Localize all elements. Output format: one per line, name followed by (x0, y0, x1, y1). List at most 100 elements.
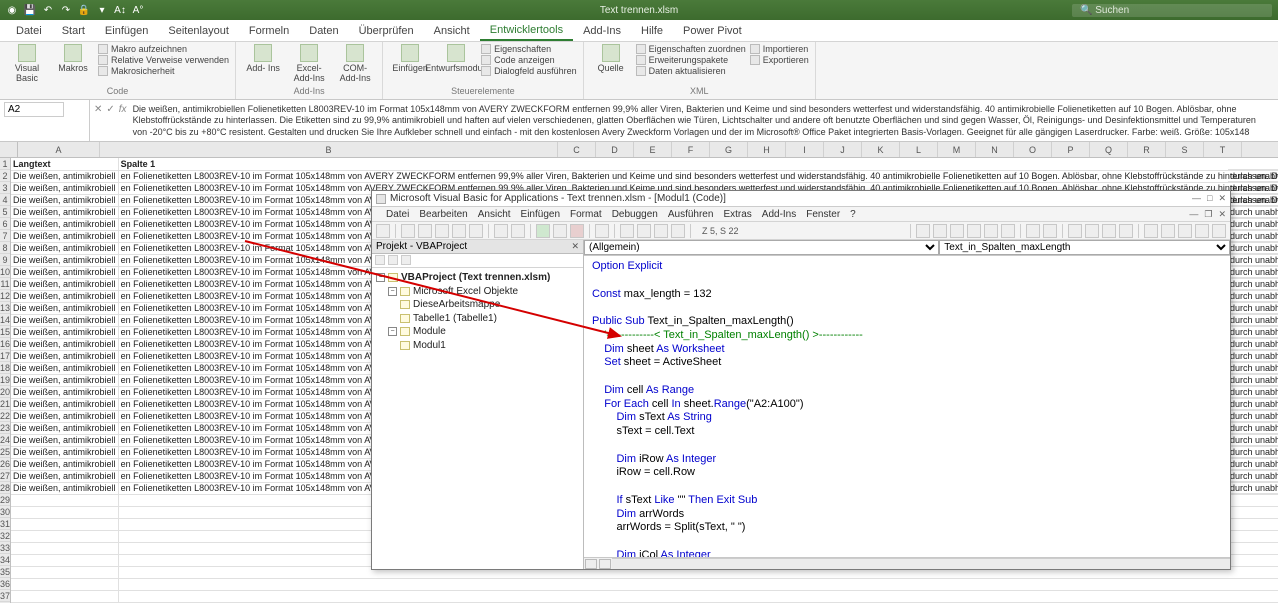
vbe-menu-bearbeiten[interactable]: Bearbeiten (419, 209, 467, 220)
importieren-button[interactable]: Importieren (750, 44, 809, 54)
row-header[interactable]: 28 (0, 482, 10, 494)
vbe-inner-restore-icon[interactable]: ❐ (1204, 209, 1212, 220)
column-header-B[interactable]: B (100, 142, 558, 157)
vbe-tb-watch-icon[interactable] (1144, 224, 1158, 238)
vbe-minimize-icon[interactable]: — (1192, 193, 1201, 204)
vbe-tb-next-icon[interactable] (967, 224, 981, 238)
row-header[interactable]: 24 (0, 434, 10, 446)
column-header-C[interactable]: C (558, 142, 596, 157)
row-header[interactable]: 13 (0, 302, 10, 314)
vbe-tb-copy-icon[interactable] (435, 224, 449, 238)
tab-einfügen[interactable]: Einfügen (95, 22, 158, 40)
name-box[interactable] (0, 100, 90, 141)
daten-akt-button[interactable]: Daten aktualisieren (636, 66, 746, 76)
qat-fontsize-icon[interactable]: A° (132, 4, 144, 16)
visual-basic-button[interactable]: Visual Basic (6, 44, 48, 84)
vbe-tb-breakpoint-icon[interactable] (1119, 224, 1133, 238)
column-header-T[interactable]: T (1204, 142, 1242, 157)
vbe-code-area[interactable]: Option Explicit Const max_length = 132 P… (584, 256, 1230, 557)
row-header[interactable]: 29 (0, 494, 10, 506)
row-header[interactable]: 2 (0, 170, 10, 182)
column-header-F[interactable]: F (672, 142, 710, 157)
column-header-H[interactable]: H (748, 142, 786, 157)
com-addins-button[interactable]: COM- Add-Ins (334, 44, 376, 84)
row-header[interactable]: 22 (0, 410, 10, 422)
search-box[interactable]: 🔍 Suchen (1072, 4, 1272, 17)
vbe-menu-debuggen[interactable]: Debuggen (612, 209, 658, 220)
row-header[interactable]: 10 (0, 266, 10, 278)
vbe-tb-props-icon[interactable] (637, 224, 651, 238)
vbe-tb-stepover-icon[interactable] (1085, 224, 1099, 238)
vbe-menu-format[interactable]: Format (570, 209, 602, 220)
vbe-project-close-icon[interactable]: ✕ (571, 241, 579, 252)
fx-icon[interactable]: fx (119, 104, 127, 115)
vbe-title-bar[interactable]: Microsoft Visual Basic for Applications … (372, 191, 1230, 207)
vbe-tb-design-icon[interactable] (595, 224, 609, 238)
vbe-menu-?[interactable]: ? (850, 209, 856, 220)
row-header[interactable]: 25 (0, 446, 10, 458)
vbe-inner-min-icon[interactable]: — (1189, 209, 1198, 220)
vbe-menu-datei[interactable]: Datei (386, 209, 409, 220)
vbe-tb-locals-icon[interactable] (1195, 224, 1209, 238)
tab-überprüfen[interactable]: Überprüfen (349, 22, 424, 40)
vbe-proj-view-icon[interactable] (375, 255, 385, 265)
code-anzeigen-button[interactable]: Code anzeigen (481, 55, 577, 65)
row-header[interactable]: 23 (0, 422, 10, 434)
vbe-tb-callstack-icon[interactable] (1178, 224, 1192, 238)
vbe-tb-prev-icon[interactable] (984, 224, 998, 238)
vbe-tb-outdent-icon[interactable] (933, 224, 947, 238)
tab-ansicht[interactable]: Ansicht (424, 22, 480, 40)
row-header[interactable]: 19 (0, 374, 10, 386)
vbe-procedure-dropdown[interactable]: Text_in_Spalten_maxLength (939, 240, 1230, 255)
tab-seitenlayout[interactable]: Seitenlayout (158, 22, 239, 40)
row-header[interactable]: 30 (0, 506, 10, 518)
tab-datei[interactable]: Datei (6, 22, 52, 40)
tab-formeln[interactable]: Formeln (239, 22, 299, 40)
cancel-icon[interactable]: ✕ (94, 104, 102, 115)
row-header[interactable]: 31 (0, 518, 10, 530)
row-header[interactable]: 1 (0, 158, 10, 170)
vbe-tb-reset-icon[interactable] (570, 224, 584, 238)
row-header[interactable]: 27 (0, 470, 10, 482)
exportieren-button[interactable]: Exportieren (750, 55, 809, 65)
column-header-Q[interactable]: Q (1090, 142, 1128, 157)
row-header[interactable]: 21 (0, 398, 10, 410)
formula-text[interactable]: Die weißen, antimikrobiellen Folienetike… (127, 102, 1274, 139)
vbe-tb-step-icon[interactable] (1068, 224, 1082, 238)
column-header-S[interactable]: S (1166, 142, 1204, 157)
enter-icon[interactable]: ✓ (106, 104, 114, 115)
vbe-tb-comment-icon[interactable] (1026, 224, 1040, 238)
tab-entwicklertools[interactable]: Entwicklertools (480, 21, 573, 41)
tab-add-ins[interactable]: Add-Ins (573, 22, 631, 40)
column-header-N[interactable]: N (976, 142, 1014, 157)
erweiterung-button[interactable]: Erweiterungspakete (636, 55, 746, 65)
qat-font-icon[interactable]: A↕ (114, 4, 126, 16)
vbe-project-tree[interactable]: −VBAProject (Text trennen.xlsm) −Microso… (372, 268, 583, 569)
vbe-close-icon[interactable]: ✕ (1218, 193, 1226, 204)
row-header[interactable]: 32 (0, 530, 10, 542)
vbe-tb-cut-icon[interactable] (418, 224, 432, 238)
column-header-M[interactable]: M (938, 142, 976, 157)
qat-redo-icon[interactable]: ↷ (60, 4, 72, 16)
dialog-button[interactable]: Dialogfeld ausführen (481, 66, 577, 76)
vbe-menu-extras[interactable]: Extras (723, 209, 751, 220)
row-header[interactable]: 4 (0, 194, 10, 206)
row-header[interactable]: 5 (0, 206, 10, 218)
column-header-I[interactable]: I (786, 142, 824, 157)
column-header-E[interactable]: E (634, 142, 672, 157)
column-header-R[interactable]: R (1128, 142, 1166, 157)
vbe-maximize-icon[interactable]: □ (1207, 193, 1212, 204)
vbe-menu-ansicht[interactable]: Ansicht (478, 209, 511, 220)
column-header-O[interactable]: O (1014, 142, 1052, 157)
vbe-tb-run-icon[interactable] (536, 224, 550, 238)
qat-autosave-icon[interactable]: ◉ (6, 4, 18, 16)
row-header[interactable]: 20 (0, 386, 10, 398)
row-header[interactable]: 33 (0, 542, 10, 554)
column-header-J[interactable]: J (824, 142, 862, 157)
row-header[interactable]: 18 (0, 362, 10, 374)
row-header[interactable]: 8 (0, 242, 10, 254)
vbe-menu-fenster[interactable]: Fenster (806, 209, 840, 220)
column-header-A[interactable]: A (18, 142, 100, 157)
row-header[interactable]: 3 (0, 182, 10, 194)
select-all-corner[interactable] (0, 142, 18, 157)
